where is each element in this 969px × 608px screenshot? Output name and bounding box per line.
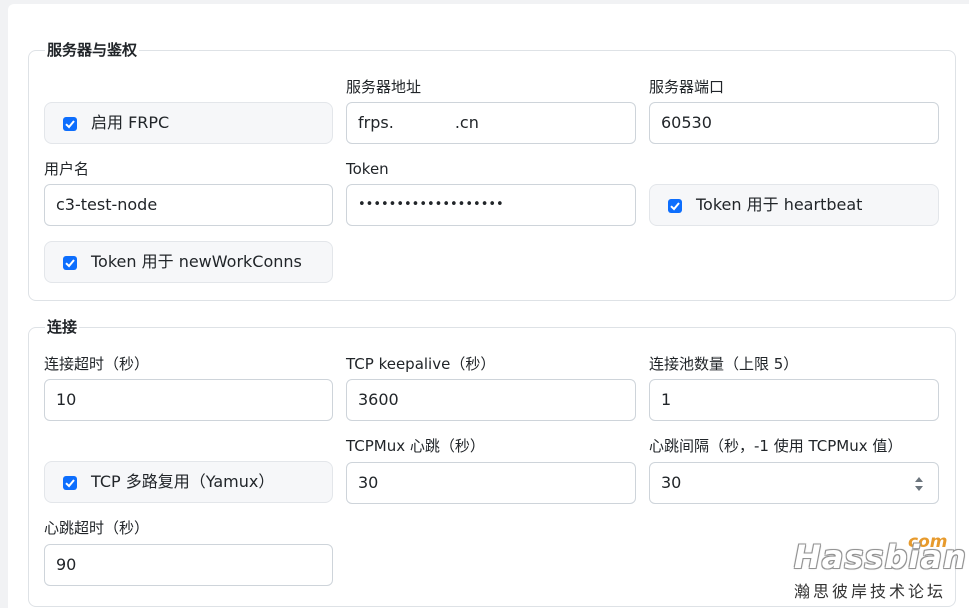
server-auth-legend: 服务器与鉴权 xyxy=(45,39,140,61)
watermark-logo: com Hassbian 瀚思彼岸技术论坛 xyxy=(790,530,966,604)
tcp-keepalive-input[interactable]: 3600 xyxy=(346,379,636,421)
server-port-input[interactable]: 60530 xyxy=(649,102,939,144)
heartbeat-interval-label: 心跳间隔（秒，-1 使用 TCPMux 值） xyxy=(649,437,903,455)
conn-timeout-label: 连接超时（秒） xyxy=(44,355,150,373)
heartbeat-interval-input[interactable]: 30 xyxy=(649,462,939,504)
token-heartbeat-toggle[interactable]: Token 用于 heartbeat xyxy=(649,184,939,226)
server-addr-input[interactable]: frps. .cn xyxy=(346,102,636,144)
tcp-mux-label: TCP 多路复用（Yamux） xyxy=(91,472,275,491)
watermark-subtitle: 瀚思彼岸技术论坛 xyxy=(794,582,947,601)
heartbeat-timeout-input[interactable]: 90 xyxy=(44,544,333,586)
tcp-keepalive-label: TCP keepalive（秒） xyxy=(346,355,496,373)
token-label: Token xyxy=(346,160,389,178)
conn-timeout-input[interactable]: 10 xyxy=(44,379,333,421)
token-heartbeat-label: Token 用于 heartbeat xyxy=(696,195,863,214)
checkmark-icon xyxy=(65,259,75,268)
pool-count-label: 连接池数量（上限 5） xyxy=(649,355,799,373)
token-heartbeat-checkbox[interactable] xyxy=(668,199,682,213)
tcpmux-heartbeat-label: TCPMux 心跳（秒） xyxy=(346,437,485,455)
settings-card: 服务器与鉴权 启用 FRPC 服务器地址 frps. .cn 服务器端口 605… xyxy=(8,4,969,608)
checkmark-icon xyxy=(65,479,75,488)
username-label: 用户名 xyxy=(44,160,90,178)
checkmark-icon xyxy=(670,202,680,211)
heartbeat-interval-value: 30 xyxy=(661,473,682,492)
connection-legend: 连接 xyxy=(45,316,80,338)
tcp-mux-checkbox[interactable] xyxy=(63,476,77,490)
enable-frpc-checkbox[interactable] xyxy=(63,117,77,131)
token-newworkconns-checkbox[interactable] xyxy=(63,256,77,270)
checkmark-icon xyxy=(65,120,75,129)
spinner-arrows-icon[interactable] xyxy=(914,474,924,494)
server-addr-label: 服务器地址 xyxy=(346,78,422,96)
token-input[interactable]: ••••••••••••••••••• xyxy=(346,184,636,226)
enable-frpc-toggle[interactable]: 启用 FRPC xyxy=(44,102,333,144)
username-input[interactable]: c3-test-node xyxy=(44,184,333,226)
pool-count-input[interactable]: 1 xyxy=(649,379,939,421)
server-port-label: 服务器端口 xyxy=(649,78,725,96)
token-newworkconns-label: Token 用于 newWorkConns xyxy=(91,252,302,271)
heartbeat-timeout-label: 心跳超时（秒） xyxy=(44,519,150,537)
watermark-name: Hassbian xyxy=(794,538,967,576)
enable-frpc-label: 启用 FRPC xyxy=(91,113,170,132)
tcp-mux-toggle[interactable]: TCP 多路复用（Yamux） xyxy=(44,461,333,503)
tcpmux-heartbeat-input[interactable]: 30 xyxy=(346,462,636,504)
token-newworkconns-toggle[interactable]: Token 用于 newWorkConns xyxy=(44,241,333,283)
